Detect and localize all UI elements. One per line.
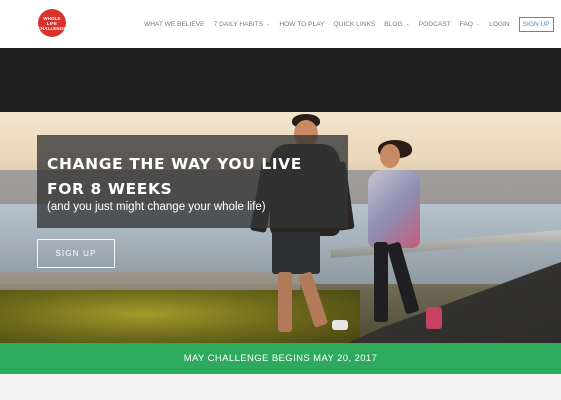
nav-item-how-to-play[interactable]: HOW TO PLAY	[279, 21, 324, 28]
chevron-down-icon: ⌄	[405, 21, 410, 27]
nav-item-blog[interactable]: BLOG ⌄	[384, 21, 410, 28]
logo-line-1: WHOLE LIFE	[43, 15, 61, 26]
nav-item-label: LOGIN	[489, 20, 510, 28]
nav-item-login[interactable]: LOGIN	[489, 21, 510, 28]
nav-item-label: QUICK LINKS	[333, 20, 376, 28]
site-header: WHOLE LIFE CHALLENGE WHAT WE BELIEVE 7 D…	[0, 0, 561, 48]
chevron-down-icon: ⌄	[475, 21, 481, 27]
nav-item-podcast[interactable]: PODCAST	[419, 21, 451, 28]
nav-item-7-daily-habits[interactable]: 7 DAILY HABITS ⌄	[214, 21, 271, 28]
nav-item-label: HOW TO PLAY	[279, 20, 325, 28]
nav-item-label: FAQ	[459, 20, 473, 28]
main-nav: WHAT WE BELIEVE 7 DAILY HABITS ⌄ HOW TO …	[144, 16, 554, 32]
challenge-banner[interactable]: MAY CHALLENGE BEGINS MAY 20, 2017	[0, 343, 561, 374]
nav-item-label: WHAT WE BELIEVE	[144, 20, 205, 28]
nav-item-label: BLOG	[384, 20, 403, 28]
dark-band	[0, 48, 561, 112]
hero-signup-button[interactable]: SIGN UP	[37, 239, 115, 268]
chevron-down-icon: ⌄	[266, 21, 271, 27]
nav-signup-button[interactable]: SIGN UP	[518, 16, 554, 32]
content-section	[0, 374, 561, 400]
site-logo[interactable]: WHOLE LIFE CHALLENGE	[38, 9, 66, 37]
hero-subtitle: (and you just might change your whole li…	[47, 201, 266, 213]
challenge-banner-text: MAY CHALLENGE BEGINS MAY 20, 2017	[183, 353, 378, 364]
hero-title: CHANGE THE WAY YOU LIVE FOR 8 WEEKS	[47, 155, 302, 198]
female-runner	[360, 132, 450, 343]
nav-item-quick-links[interactable]: QUICK LINKS	[333, 21, 375, 28]
nav-item-faq[interactable]: FAQ ⌄	[460, 21, 480, 28]
nav-item-label: PODCAST	[418, 20, 451, 28]
logo-line-2: CHALLENGE	[37, 25, 67, 31]
nav-item-label: 7 DAILY HABITS	[213, 20, 264, 28]
nav-item-what-we-believe[interactable]: WHAT WE BELIEVE	[144, 21, 205, 28]
